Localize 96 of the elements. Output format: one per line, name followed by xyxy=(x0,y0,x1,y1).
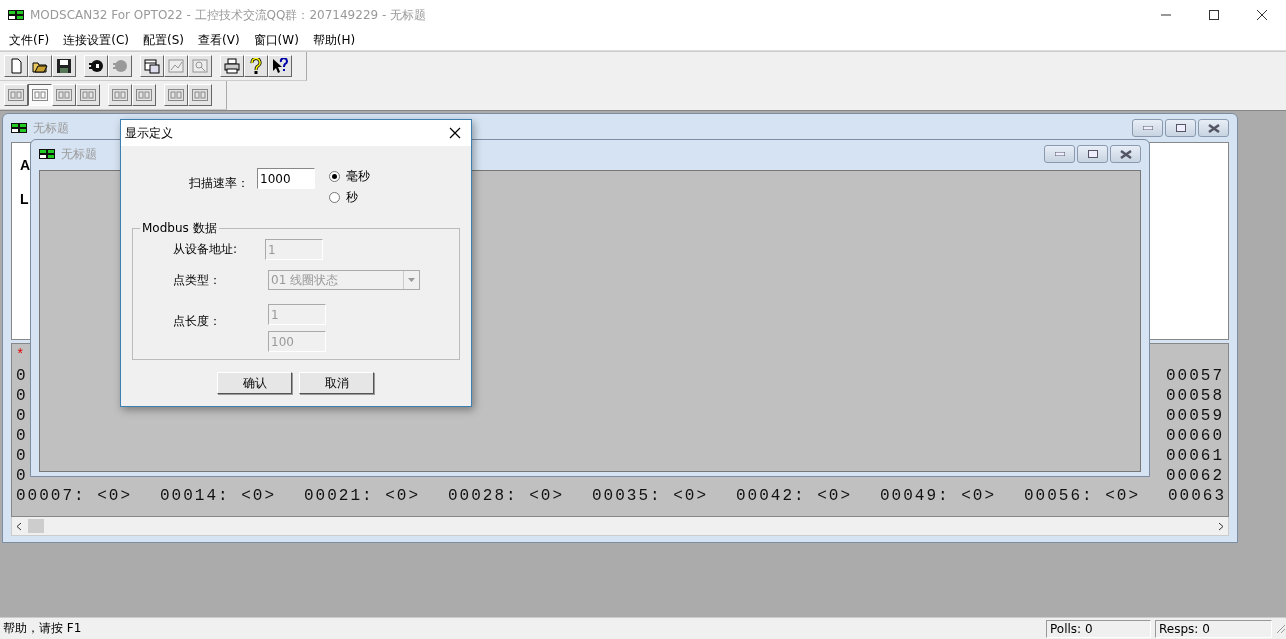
window-icon xyxy=(144,58,160,74)
menu-item[interactable]: 查看(V) xyxy=(193,31,245,49)
minimize-icon xyxy=(1054,152,1065,156)
toolbar-button[interactable] xyxy=(244,55,268,77)
maximize-icon[interactable] xyxy=(1208,9,1220,21)
scan-rate-field[interactable]: 1000 xyxy=(257,168,315,189)
toolbar-button[interactable] xyxy=(28,55,52,77)
dialog-button[interactable]: 取消 xyxy=(299,372,374,394)
status-panel: Resps: 0 xyxy=(1155,619,1272,638)
horizontal-scrollbar[interactable] xyxy=(11,517,1229,536)
format-button[interactable] xyxy=(28,84,52,106)
close-button[interactable] xyxy=(1198,119,1229,137)
field-label: 扫描速率： xyxy=(189,175,250,192)
resize-grip-icon xyxy=(1276,623,1286,634)
plug-icon xyxy=(112,58,128,74)
maximize-icon xyxy=(1175,124,1186,132)
pointer-question-icon xyxy=(272,58,288,74)
register-value: 00060 xyxy=(1166,426,1224,446)
format-icon xyxy=(80,89,96,101)
register-value: 00056: <0> xyxy=(1024,486,1141,506)
close-icon[interactable] xyxy=(1256,9,1268,21)
register-value: 00021: <0> xyxy=(304,486,421,506)
field-label: 点长度： xyxy=(173,312,222,330)
format-icon xyxy=(136,89,152,101)
radio-button[interactable] xyxy=(329,192,340,203)
register-value: 00042: <0> xyxy=(736,486,853,506)
register-value: 0 xyxy=(16,426,28,446)
question-mark-icon xyxy=(248,58,264,74)
scroll-right-icon[interactable] xyxy=(1218,521,1224,531)
register-value: 00014: <0> xyxy=(160,486,277,506)
register-value: 00028: <0> xyxy=(448,486,565,506)
printer-icon xyxy=(224,58,240,74)
register-value: 00007: <0> xyxy=(16,486,133,506)
toolbar-button[interactable] xyxy=(268,55,292,77)
format-icon xyxy=(56,89,72,101)
radio-label: 秒 xyxy=(346,189,358,206)
field-label: 从设备地址: xyxy=(173,241,239,258)
group-title: Modbus 数据 xyxy=(141,220,218,237)
field-label: 点类型： xyxy=(173,271,222,289)
close-icon xyxy=(1207,123,1220,133)
register-value: 0 xyxy=(16,386,28,406)
dialog-button[interactable]: 确认 xyxy=(217,372,292,394)
maximize-button[interactable] xyxy=(1165,119,1196,137)
scroll-thumb[interactable] xyxy=(28,519,44,533)
register-value: 00058 xyxy=(1166,386,1224,406)
register-value: 00057 xyxy=(1166,366,1224,386)
register-value: 00062 xyxy=(1166,466,1224,486)
toolbar-button[interactable] xyxy=(220,55,244,77)
scroll-left-icon[interactable] xyxy=(16,521,22,531)
dialog-title: 显示定义 xyxy=(125,124,173,142)
toolbar-button[interactable] xyxy=(140,55,164,77)
format-icon xyxy=(112,89,128,101)
register-value: 00049: <0> xyxy=(880,486,997,506)
format-icon xyxy=(192,89,208,101)
format-icon xyxy=(8,89,24,101)
minimize-icon xyxy=(1142,126,1153,130)
close-button[interactable] xyxy=(1110,145,1141,163)
format-icon xyxy=(32,89,48,101)
menu-item[interactable]: 连接设置(C) xyxy=(58,31,134,49)
magnifier-icon xyxy=(192,58,208,74)
maximize-icon xyxy=(1087,150,1098,158)
dropdown-arrow-icon xyxy=(408,278,415,282)
register-value: 00063 xyxy=(1168,486,1227,506)
close-icon xyxy=(1119,149,1132,159)
register-value: 00035: <0> xyxy=(592,486,709,506)
menu-item[interactable]: 文件(F) xyxy=(4,31,55,49)
register-value: 0 xyxy=(16,446,28,466)
app-icon xyxy=(8,10,24,20)
window-title: MODSCAN32 For OPTO22 - 工控技术交流QQ群：207149229 - 无标题 xyxy=(30,6,428,24)
toolbar-button[interactable] xyxy=(52,55,76,77)
field-label: L xyxy=(20,191,29,207)
window-title: 无标题 xyxy=(61,145,97,163)
menu-item[interactable]: 窗口(W) xyxy=(248,31,304,49)
maximize-button[interactable] xyxy=(1077,145,1108,163)
chart-icon xyxy=(168,58,184,74)
window-title: 无标题 xyxy=(33,119,69,137)
close-icon[interactable] xyxy=(449,127,461,139)
field-label: A xyxy=(20,157,31,173)
status-text: 帮助，请按 F1 xyxy=(2,620,83,637)
register-value: 00061 xyxy=(1166,446,1224,466)
toolbar-button[interactable] xyxy=(84,55,108,77)
register-value: 0 xyxy=(16,466,28,486)
radio-label: 毫秒 xyxy=(346,168,370,185)
app-icon xyxy=(11,123,27,133)
format-icon xyxy=(168,89,184,101)
plug-icon xyxy=(88,58,104,74)
status-panel: Polls: 0 xyxy=(1046,619,1151,638)
menu-item[interactable]: 配置(S) xyxy=(138,31,189,49)
register-value: 0 xyxy=(16,366,28,386)
register-value: 00059 xyxy=(1166,406,1224,426)
register-value: 0 xyxy=(16,406,28,426)
radio-button[interactable] xyxy=(329,171,340,182)
app-icon xyxy=(39,149,55,159)
page-icon xyxy=(8,58,24,74)
menu-item[interactable]: 帮助(H) xyxy=(307,31,361,49)
marker: * xyxy=(16,347,27,363)
